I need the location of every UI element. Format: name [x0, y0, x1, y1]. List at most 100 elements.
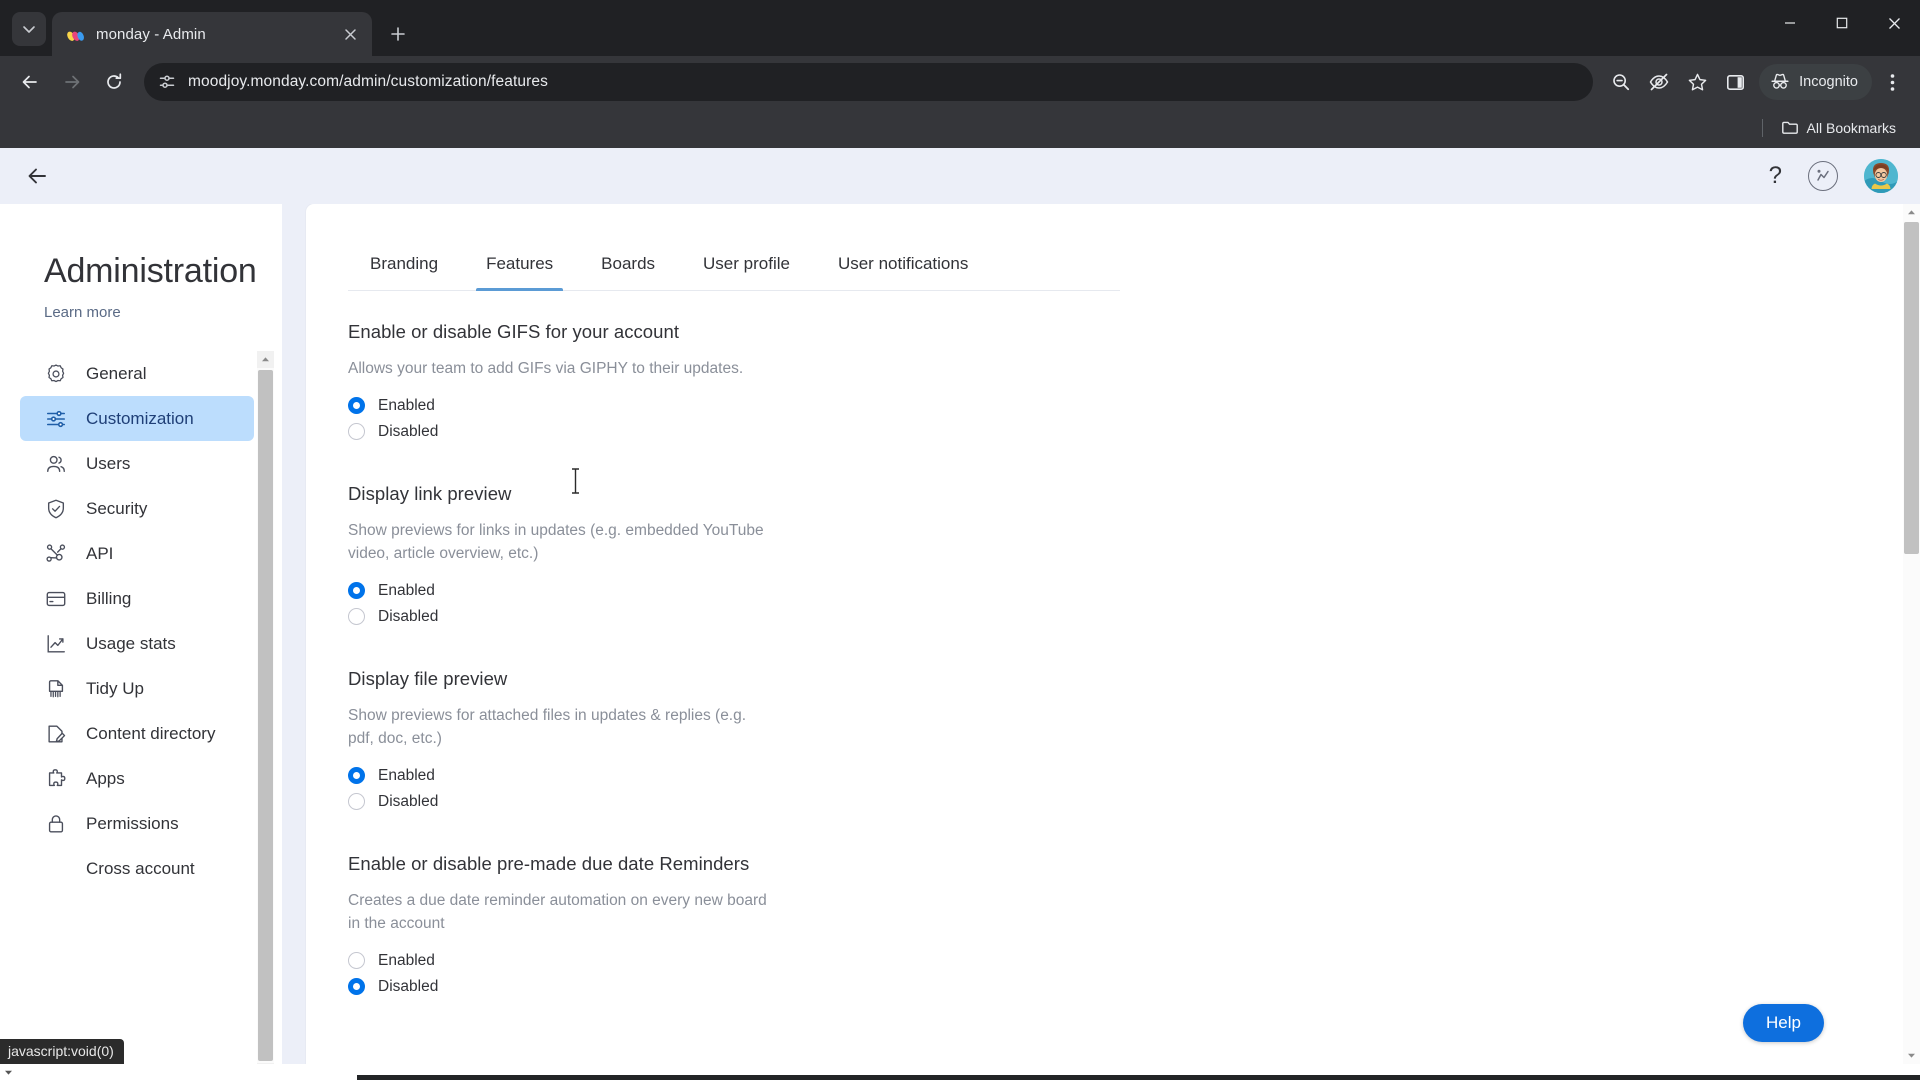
- sidebar-scroll-up-arrow[interactable]: [257, 351, 274, 368]
- bookmarks-bar: All Bookmarks: [0, 108, 1920, 148]
- radio-button[interactable]: [348, 608, 365, 626]
- browser-tab[interactable]: monday - Admin: [52, 12, 372, 56]
- tab-label: User profile: [703, 254, 790, 273]
- setting-title: Display file preview: [348, 667, 508, 689]
- page-scroll-down-arrow[interactable]: [1903, 1047, 1920, 1064]
- page-scroll-thumb[interactable]: [1904, 222, 1919, 554]
- tab-label: Boards: [601, 254, 656, 273]
- radio-option-enabled[interactable]: Enabled: [348, 763, 1920, 789]
- sidebar-item-security[interactable]: Security: [20, 486, 254, 531]
- radio-group: Enabled Disabled: [348, 763, 1920, 815]
- horizontal-scroll-left-arrow[interactable]: [0, 1064, 17, 1080]
- address-bar[interactable]: moodjoy.monday.com/admin/customization/f…: [144, 63, 1594, 101]
- browser-window: monday - Admin moodjoy.monday.com/admin/…: [0, 0, 1920, 1080]
- settings-tabs: Branding Features Boards User profile Us…: [348, 246, 1120, 291]
- zoom-out-icon: [1613, 74, 1630, 91]
- sidebar-item-usage-stats[interactable]: Usage stats: [20, 621, 254, 666]
- window-maximize-button[interactable]: [1816, 0, 1868, 46]
- window-minimize-button[interactable]: [1764, 0, 1816, 46]
- sidebar-item-billing[interactable]: Billing: [20, 576, 254, 621]
- tab-user-notifications[interactable]: User notifications: [814, 246, 992, 290]
- page-settings-icon[interactable]: [158, 73, 176, 91]
- page-scrollbar[interactable]: [1903, 204, 1920, 1064]
- radio-option-disabled[interactable]: Disabled: [348, 604, 1920, 630]
- sidebar-item-tidy-up[interactable]: Tidy Up: [20, 666, 254, 711]
- all-bookmarks-label: All Bookmarks: [1806, 120, 1896, 136]
- sidebar-item-label: Tidy Up: [86, 678, 144, 698]
- radio-option-enabled[interactable]: Enabled: [348, 393, 1920, 419]
- reload-icon: [107, 73, 122, 89]
- app-body: Administration Learn more General Custom…: [0, 204, 1920, 1080]
- sidebar-item-permissions[interactable]: Permissions: [20, 801, 254, 846]
- sidebar-item-cross-account[interactable]: Cross account: [20, 846, 254, 891]
- bookmark-button[interactable]: [1679, 64, 1715, 100]
- radio-button[interactable]: [348, 397, 365, 415]
- sidebar-item-users[interactable]: Users: [20, 441, 254, 486]
- tab-label: Features: [486, 254, 554, 273]
- sidebar-scrollbar[interactable]: [257, 351, 274, 1080]
- setting-file-preview: Display file preview Show previews for a…: [348, 668, 1920, 815]
- bookmarks-divider: [1761, 119, 1763, 137]
- learn-more-link[interactable]: Learn more: [0, 304, 282, 321]
- sidebar-item-customization[interactable]: Customization: [20, 396, 254, 441]
- radio-button[interactable]: [348, 767, 365, 785]
- page-scroll-up-arrow[interactable]: [1903, 204, 1920, 221]
- folder-icon: [1781, 121, 1798, 134]
- browser-toolbar: moodjoy.monday.com/admin/customization/f…: [0, 56, 1920, 108]
- sidebar-item-label: General: [86, 363, 147, 383]
- incognito-hat-icon: [1771, 73, 1789, 89]
- plus-icon: [391, 27, 405, 41]
- user-avatar[interactable]: [1864, 159, 1898, 193]
- radio-option-disabled[interactable]: Disabled: [348, 789, 1920, 815]
- side-panel-button[interactable]: [1717, 64, 1753, 100]
- setting-description: Creates a due date reminder automation o…: [348, 891, 767, 933]
- sidebar-item-content-directory[interactable]: Content directory: [20, 711, 254, 756]
- zoom-out-button[interactable]: [1603, 64, 1639, 100]
- help-button[interactable]: Help: [1743, 1004, 1824, 1042]
- radio-group: Enabled Disabled: [348, 393, 1920, 445]
- radio-button[interactable]: [348, 582, 365, 600]
- radio-button[interactable]: [348, 423, 365, 441]
- tab-branding[interactable]: Branding: [348, 246, 462, 290]
- setting-description: Show previews for attached files in upda…: [348, 706, 747, 748]
- back-button[interactable]: [10, 62, 50, 102]
- chevron-down-icon: [23, 26, 35, 33]
- radio-option-disabled[interactable]: Disabled: [348, 974, 1920, 1000]
- radio-button[interactable]: [348, 793, 365, 811]
- puzzle-piece-icon: [44, 767, 68, 791]
- tab-boards[interactable]: Boards: [577, 246, 679, 290]
- sidebar-scroll-thumb[interactable]: [258, 370, 273, 1061]
- radio-label: Disabled: [378, 792, 439, 810]
- radio-option-disabled[interactable]: Disabled: [348, 419, 1920, 445]
- radio-option-enabled[interactable]: Enabled: [348, 948, 1920, 974]
- tab-user-profile[interactable]: User profile: [679, 246, 814, 290]
- activity-circle-icon[interactable]: [1808, 161, 1838, 191]
- all-bookmarks-button[interactable]: All Bookmarks: [1773, 115, 1904, 141]
- tab-features[interactable]: Features: [462, 246, 577, 291]
- tab-search-button[interactable]: [12, 12, 46, 46]
- horizontal-scroll-track[interactable]: [17, 1064, 1920, 1080]
- tab-close-icon[interactable]: [338, 22, 362, 46]
- radio-button[interactable]: [348, 952, 365, 970]
- horizontal-scroll-thumb[interactable]: [357, 1075, 1920, 1080]
- text-cursor: [570, 468, 581, 499]
- horizontal-scrollbar[interactable]: [0, 1064, 1920, 1080]
- sidebar-item-api[interactable]: API: [20, 531, 254, 576]
- setting-description: Show previews for links in updates (e.g.…: [348, 521, 764, 563]
- radio-button[interactable]: [348, 978, 365, 996]
- sidebar-item-label: Cross account: [86, 858, 195, 878]
- radio-option-enabled[interactable]: Enabled: [348, 578, 1920, 604]
- incognito-profile-button[interactable]: Incognito: [1759, 64, 1872, 100]
- sidebar-item-apps[interactable]: Apps: [20, 756, 254, 801]
- sidebar-item-label: Customization: [86, 408, 194, 428]
- help-question-icon[interactable]: ?: [1769, 164, 1782, 188]
- app-back-button[interactable]: [18, 157, 56, 195]
- browser-menu-button[interactable]: [1874, 64, 1910, 100]
- window-close-button[interactable]: [1868, 0, 1920, 46]
- new-tab-button[interactable]: [380, 16, 416, 52]
- reload-button[interactable]: [94, 62, 134, 102]
- tracking-protection-button[interactable]: [1641, 64, 1677, 100]
- radio-label: Enabled: [378, 951, 435, 969]
- radio-label: Enabled: [378, 581, 435, 599]
- sidebar-item-general[interactable]: General: [20, 351, 254, 396]
